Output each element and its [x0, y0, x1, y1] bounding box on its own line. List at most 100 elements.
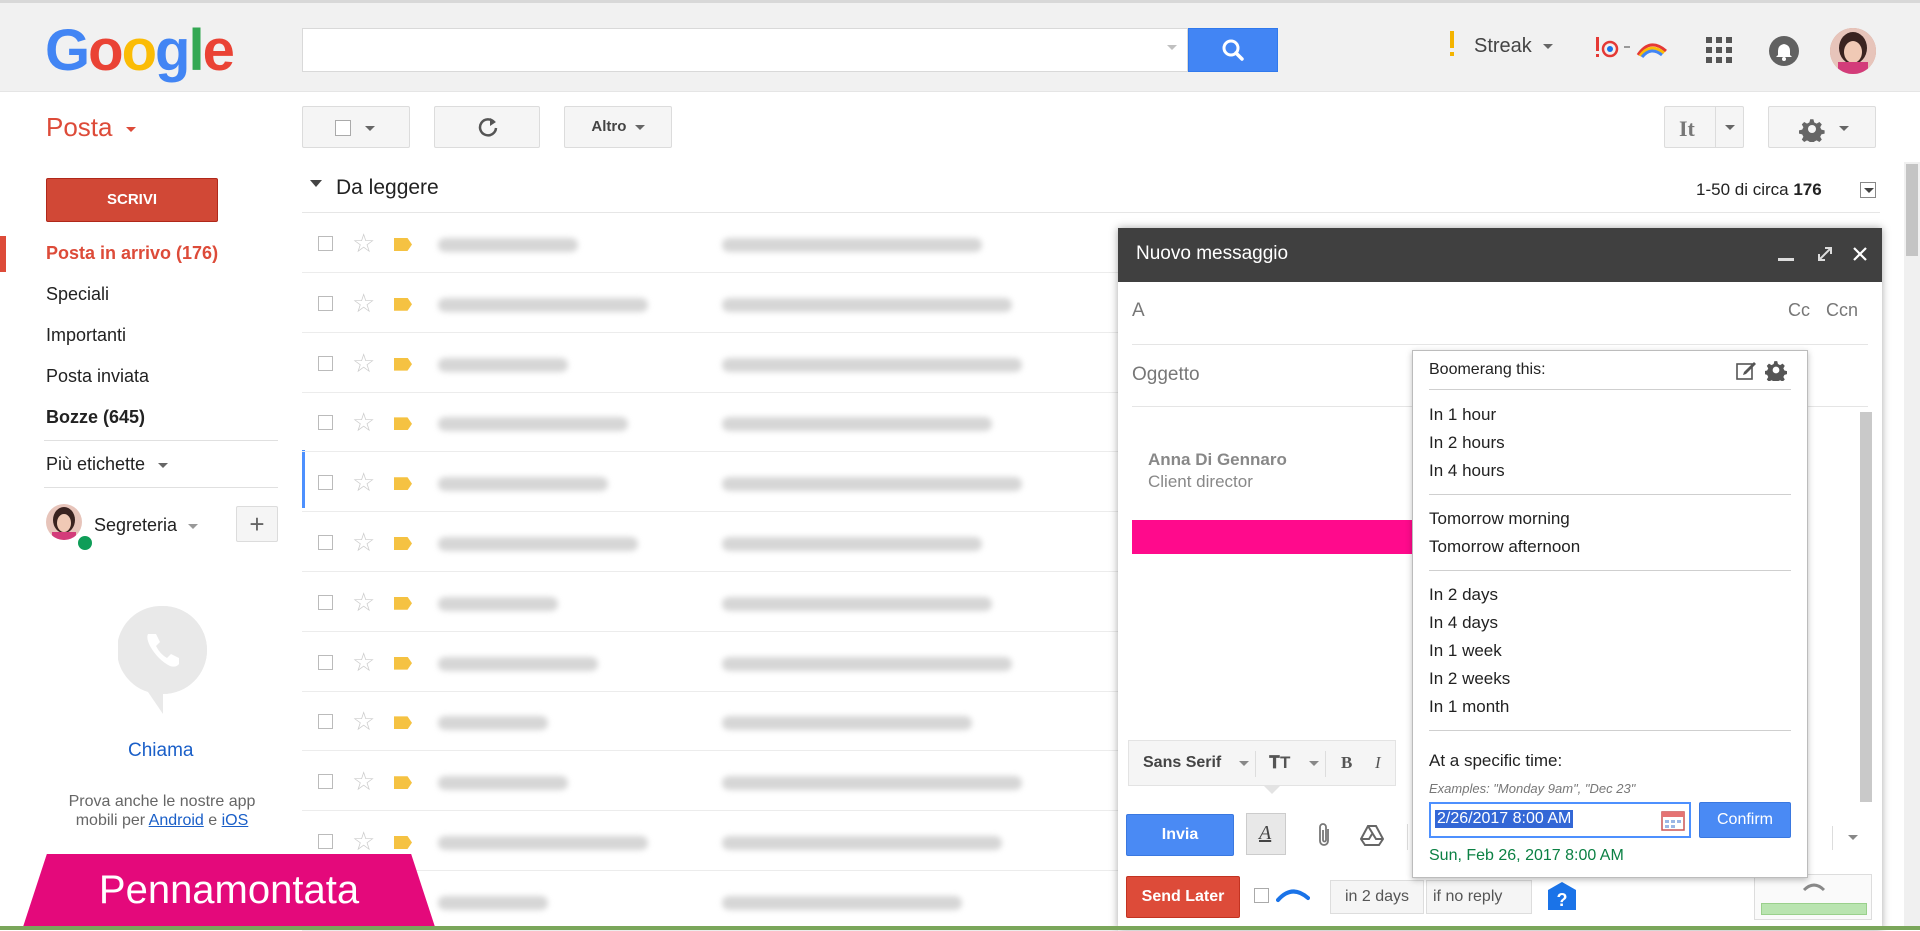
row-checkbox[interactable] [318, 535, 333, 550]
send-later-button[interactable]: Send Later [1126, 876, 1240, 918]
font-selector[interactable]: Sans Serif [1143, 754, 1221, 772]
settings-button[interactable] [1768, 106, 1876, 148]
search-options-icon[interactable] [1167, 45, 1177, 50]
cc-link[interactable]: Cc [1788, 300, 1810, 321]
importance-marker-icon[interactable] [394, 297, 412, 311]
importance-marker-icon[interactable] [394, 477, 412, 491]
ios-link[interactable]: iOS [222, 812, 249, 829]
row-checkbox[interactable] [318, 774, 333, 790]
notifications-bell-icon[interactable] [1769, 36, 1799, 66]
input-tools-button[interactable]: It [1664, 106, 1744, 148]
importance-marker-icon[interactable] [394, 357, 412, 371]
importance-marker-icon[interactable] [394, 596, 412, 610]
google-drive-icon[interactable] [1360, 824, 1384, 846]
font-size-icon[interactable]: 𝐓T [1269, 753, 1290, 773]
row-checkbox[interactable] [318, 415, 333, 431]
scrollbar-thumb[interactable] [1906, 164, 1918, 256]
body-scrollbar[interactable] [1860, 412, 1872, 802]
row-checkbox[interactable] [318, 654, 333, 670]
to-field-label[interactable]: A [1132, 300, 1145, 322]
table-row[interactable]: ☆ [302, 274, 1118, 333]
table-row[interactable]: ☆ [302, 393, 1118, 453]
datetime-input[interactable]: 2/26/2017 8:00 AM [1429, 802, 1691, 838]
row-checkbox[interactable] [318, 475, 333, 491]
search-input[interactable] [302, 28, 1188, 72]
more-labels-toggle[interactable]: Più etichette [46, 454, 169, 475]
star-icon[interactable]: ☆ [352, 407, 375, 438]
row-checkbox[interactable] [318, 714, 333, 730]
option-in-2-weeks[interactable]: In 2 weeks [1429, 669, 1510, 689]
importance-marker-icon[interactable] [394, 238, 412, 251]
phone-call-icon[interactable] [116, 604, 208, 716]
help-icon[interactable]: ? [1546, 880, 1578, 912]
sidebar-item-sent[interactable]: Posta inviata [46, 366, 149, 387]
sidebar-item-starred[interactable]: Speciali [46, 284, 109, 305]
table-row[interactable]: ☆ [302, 692, 1118, 752]
new-conversation-button[interactable]: + [236, 506, 278, 542]
table-row[interactable]: ☆ [302, 453, 1118, 513]
confirm-button[interactable]: Confirm [1699, 802, 1791, 838]
row-checkbox[interactable] [318, 355, 333, 371]
star-icon[interactable]: ☆ [352, 766, 375, 797]
importance-marker-icon[interactable] [394, 656, 412, 670]
option-in-4-days[interactable]: In 4 days [1429, 613, 1498, 633]
option-in-1-hour[interactable]: In 1 hour [1429, 405, 1496, 425]
importance-marker-icon[interactable] [394, 716, 412, 730]
star-icon[interactable]: ☆ [352, 826, 375, 857]
star-icon[interactable]: ☆ [352, 467, 375, 498]
google-logo[interactable]: Google [45, 17, 235, 84]
star-icon[interactable]: ☆ [352, 706, 375, 737]
bold-icon[interactable]: B [1341, 753, 1352, 773]
boomerang-condition-select[interactable]: if no reply [1426, 880, 1532, 914]
call-link[interactable]: Chiama [128, 740, 193, 762]
importance-marker-icon[interactable] [394, 776, 412, 790]
user-avatar[interactable] [1830, 28, 1876, 74]
option-in-2-hours[interactable]: In 2 hours [1429, 433, 1505, 453]
option-in-1-month[interactable]: In 1 month [1429, 697, 1509, 717]
extensions-icon[interactable] [1594, 33, 1670, 63]
table-row[interactable]: ☆ [302, 334, 1118, 393]
option-tomorrow-morning[interactable]: Tomorrow morning [1429, 509, 1570, 529]
row-checkbox[interactable] [318, 295, 333, 311]
sidebar-item-important[interactable]: Importanti [46, 325, 126, 346]
streak-menu[interactable]: Streak [1474, 35, 1554, 58]
more-button[interactable]: Altro [564, 106, 672, 148]
minimize-icon[interactable] [1778, 258, 1794, 261]
boomerang-checkbox[interactable] [1254, 888, 1269, 903]
compose-button[interactable]: SCRIVI [46, 178, 218, 222]
star-icon[interactable]: ☆ [352, 228, 375, 259]
search-button[interactable] [1188, 28, 1278, 72]
subject-field[interactable]: Oggetto [1132, 364, 1200, 386]
boomerang-respondable-panel[interactable] [1754, 874, 1872, 920]
importance-marker-icon[interactable] [394, 836, 412, 849]
table-row[interactable]: ☆ [302, 752, 1118, 812]
select-all-button[interactable] [302, 106, 410, 148]
more-options-icon[interactable] [1848, 835, 1858, 840]
option-in-4-hours[interactable]: In 4 hours [1429, 461, 1505, 481]
expand-icon[interactable] [1816, 245, 1834, 263]
formatting-toggle-button[interactable]: A [1246, 813, 1286, 855]
sidebar-item-inbox[interactable]: Posta in arrivo (176) [46, 243, 218, 264]
page-scrollbar[interactable] [1904, 162, 1920, 930]
boomerang-delay-select[interactable]: in 2 days [1330, 880, 1424, 914]
sidebar-item-drafts[interactable]: Bozze (645) [46, 407, 145, 428]
app-switcher[interactable]: Posta [46, 112, 136, 143]
hangouts-user-menu[interactable]: Segreteria [94, 515, 199, 536]
table-row[interactable]: ☆ [302, 513, 1118, 572]
star-icon[interactable]: ☆ [352, 647, 375, 678]
compose-header[interactable]: Nuovo messaggio [1118, 228, 1882, 282]
edit-icon[interactable] [1735, 359, 1757, 381]
calendar-icon[interactable] [1661, 809, 1685, 831]
gear-icon[interactable] [1765, 359, 1787, 381]
option-tomorrow-afternoon[interactable]: Tomorrow afternoon [1429, 537, 1580, 557]
android-link[interactable]: Android [149, 812, 204, 829]
option-in-1-week[interactable]: In 1 week [1429, 641, 1502, 661]
section-title[interactable]: Da leggere [336, 176, 439, 200]
star-icon[interactable]: ☆ [352, 348, 375, 379]
importance-marker-icon[interactable] [394, 537, 412, 550]
row-checkbox[interactable] [318, 594, 333, 610]
table-row[interactable]: ☆ [302, 214, 1118, 273]
importance-marker-icon[interactable] [394, 417, 412, 431]
italic-icon[interactable]: I [1375, 753, 1381, 773]
collapse-section-icon[interactable] [310, 180, 322, 187]
